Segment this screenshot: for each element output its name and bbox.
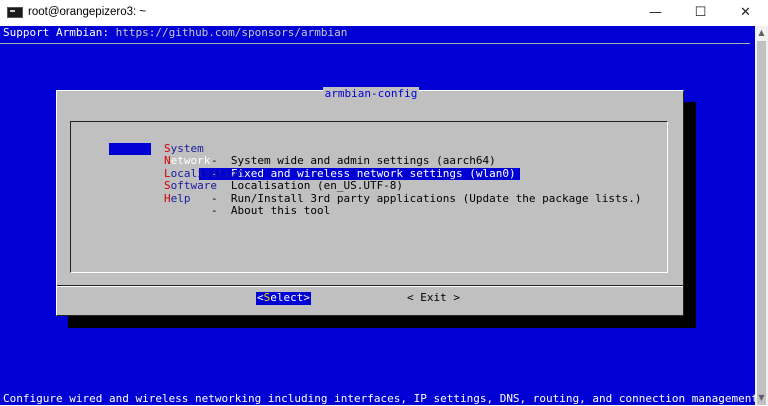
dialog-title: armbian-config <box>322 87 420 100</box>
menu-item-software[interactable]: Software - Run/Install 3rd party applica… <box>111 168 641 204</box>
button-divider <box>57 286 683 287</box>
menu-item-help[interactable]: Help - About this tool <box>111 180 330 217</box>
exit-button[interactable]: < Exit > <box>407 291 460 305</box>
menu-item-desc: - About this tool <box>211 204 331 217</box>
menu-item-desc: - System wide and admin settings (aarch6… <box>211 154 496 167</box>
window-title: root@orangepizero3: ~ <box>28 6 147 18</box>
menu-list: System - System wide and admin settings … <box>70 121 668 273</box>
maximize-button[interactable]: ☐ <box>678 0 723 26</box>
armbian-config-dialog: armbian-config System - System wide and … <box>56 87 684 316</box>
terminal-app-icon <box>7 7 23 18</box>
title-bar: root@orangepizero3: ~ — ☐ ✕ <box>0 0 768 27</box>
terminal-area[interactable]: Support Armbian: https://github.com/spon… <box>0 26 765 405</box>
divider <box>0 43 750 44</box>
menu-item-desc: - Localisation (en_US.UTF-8) <box>211 179 404 192</box>
minimize-button[interactable]: — <box>633 0 678 26</box>
vertical-scrollbar[interactable]: ▲ ▼ <box>755 26 768 405</box>
select-button[interactable]: <Select> <box>256 291 311 305</box>
menu-item-system[interactable]: System - System wide and admin settings … <box>111 130 496 167</box>
support-banner: Support Armbian: https://github.com/spon… <box>3 26 348 40</box>
support-url: https://github.com/sponsors/armbian <box>115 26 348 39</box>
menu-item-network[interactable]: Network - Fixed and wireless network set… <box>109 142 520 180</box>
close-button[interactable]: ✕ <box>723 0 768 26</box>
menu-item-localisation[interactable]: Localisation - Localisation (en_US.UTF-8… <box>111 155 403 192</box>
scroll-down-icon[interactable]: ▼ <box>755 391 768 405</box>
scroll-thumb[interactable] <box>757 41 766 405</box>
scroll-up-icon[interactable]: ▲ <box>755 26 768 40</box>
status-line: Configure wired and wireless networking … <box>3 392 765 405</box>
support-label: Support Armbian: <box>3 26 116 39</box>
